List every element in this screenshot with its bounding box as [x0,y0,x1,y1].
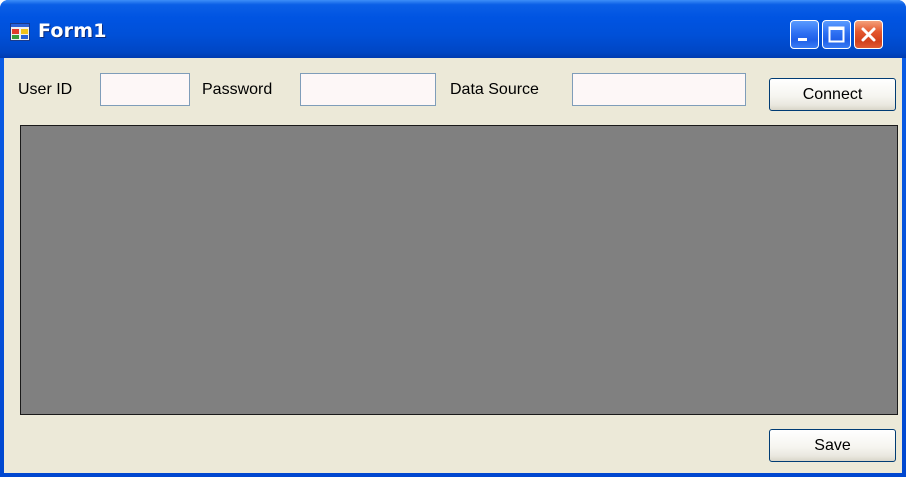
window-title: Form1 [38,20,107,42]
minimize-button[interactable] [790,20,819,49]
user-id-label: User ID [18,81,73,98]
winforms-app-icon[interactable] [10,23,30,41]
connect-button[interactable]: Connect [769,78,896,111]
password-label: Password [202,81,273,98]
data-grid-view[interactable] [20,125,898,415]
form-client-area: User ID Password Data Source Connect Sav… [4,58,902,473]
maximize-icon [828,26,845,43]
password-input[interactable] [300,73,436,106]
title-bar[interactable]: Form1 [0,0,906,58]
close-button[interactable] [854,20,883,49]
form1-window: Form1 User ID Password Data Source Conne… [0,0,906,477]
save-button[interactable]: Save [769,429,896,462]
data-source-label: Data Source [450,81,539,98]
minimize-icon [798,38,807,41]
data-source-input[interactable] [572,73,746,106]
close-icon [861,27,876,42]
maximize-button[interactable] [822,20,851,49]
user-id-input[interactable] [100,73,190,106]
